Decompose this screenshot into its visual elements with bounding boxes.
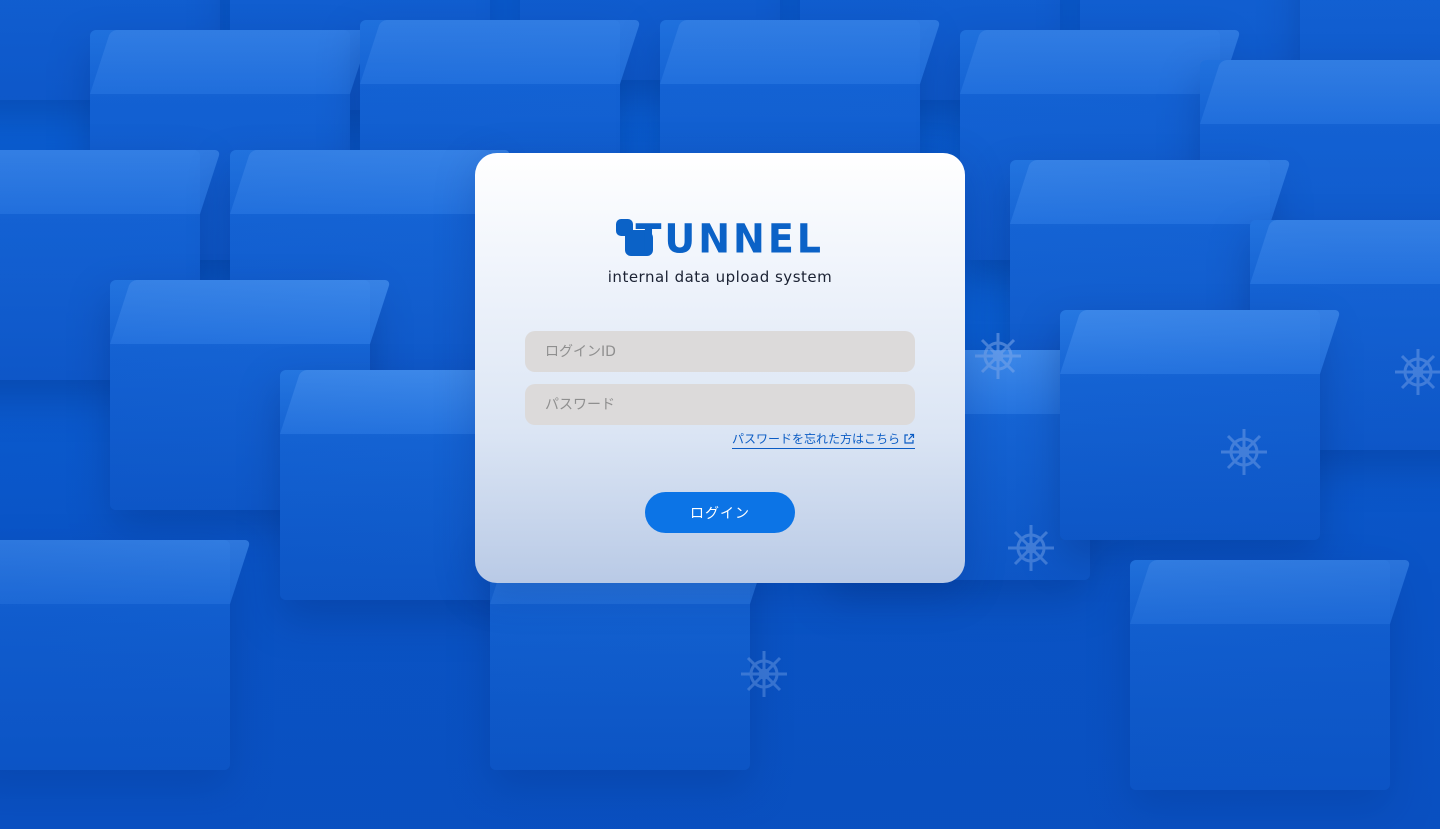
password-input[interactable] (525, 384, 915, 425)
login-card: TUNNEL internal data upload system パスワード… (475, 153, 965, 583)
external-link-icon (904, 433, 915, 444)
tunnel-logo: TUNNEL (616, 215, 824, 263)
forgot-password-label: パスワードを忘れた方はこちら (731, 432, 900, 446)
tagline: internal data upload system (607, 268, 833, 286)
forgot-password-link[interactable]: パスワードを忘れた方はこちら (731, 430, 915, 449)
login-id-input[interactable] (525, 331, 915, 372)
login-button[interactable]: ログイン (645, 492, 795, 533)
tunnel-logo-icon (616, 219, 653, 259)
logo-wordmark: TUNNEL (635, 215, 824, 263)
